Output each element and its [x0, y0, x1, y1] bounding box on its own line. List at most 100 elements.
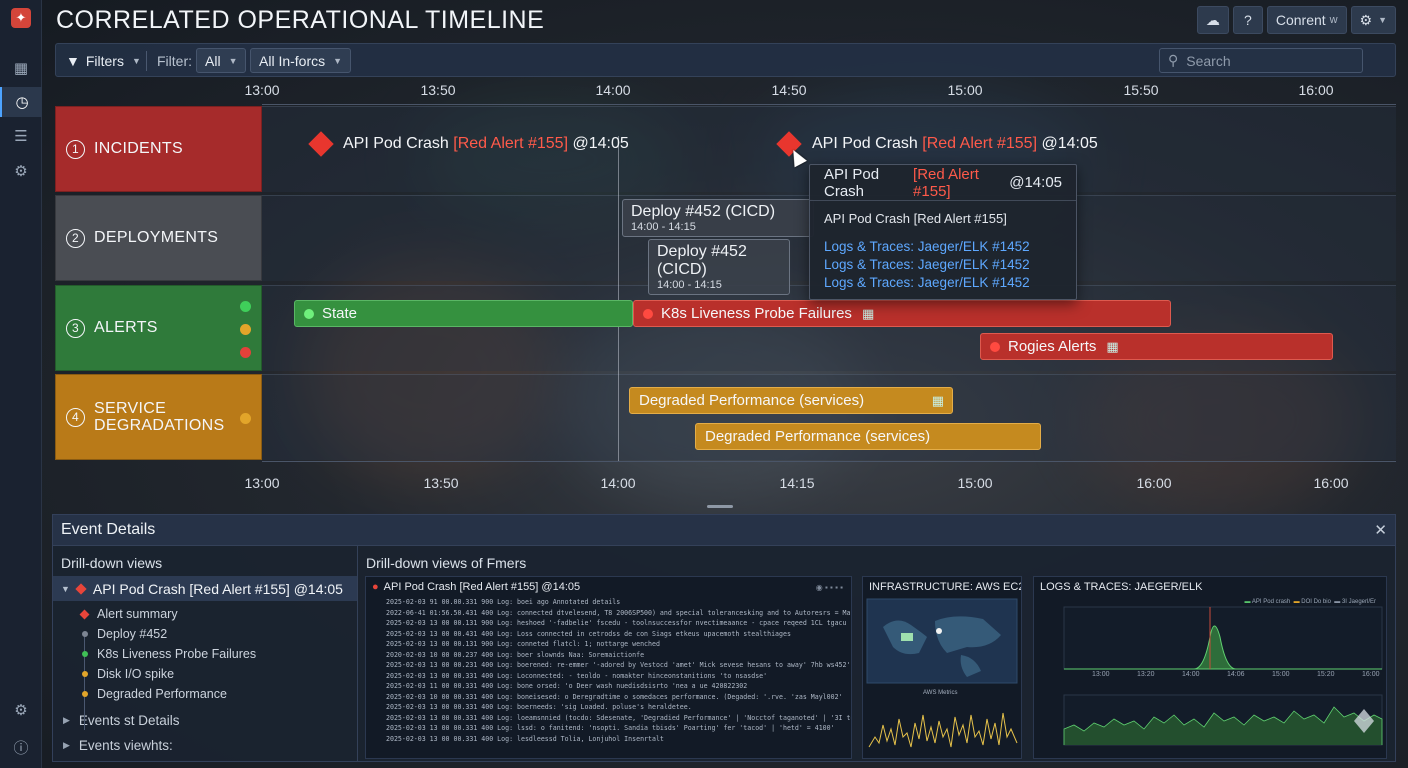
resize-handle[interactable] — [707, 505, 733, 508]
axis-tick-bottom: 16:00 — [1136, 475, 1172, 491]
log-line: 2025-02-03 13 00 00.331 400 Log: lssd: o… — [386, 724, 835, 732]
filters-dropdown[interactable]: ▼ Filters ▼ — [66, 48, 141, 73]
axis-tick-top: 15:50 — [1123, 82, 1159, 98]
popup-title: API Pod Crash [Red Alert #155] @14:05 — [810, 165, 1076, 201]
log-line: 2025-02-03 13 00 00.131 900 Log: connete… — [386, 640, 660, 648]
chevron-down-icon: ▼ — [1378, 15, 1387, 25]
gear-icon: ⚙ — [1359, 11, 1373, 28]
card-toolbar-icons: ◉ ▪ ▪ ▪ ▪ — [815, 582, 843, 592]
scope-select[interactable]: All In-forcs ▼ — [250, 48, 352, 73]
incident-diamond-icon — [75, 582, 87, 595]
tree-child-item[interactable]: Degraded Performance — [53, 684, 357, 704]
degradation-bar[interactable]: Degraded Performance (services) ▦ — [629, 387, 953, 414]
chevron-right-icon: ▶ — [63, 715, 70, 725]
toolbar-divider — [146, 51, 147, 71]
incident-label[interactable]: API Pod Crash [Red Alert #155] @14:05 — [343, 135, 629, 153]
dashboard-icon[interactable]: ▦ — [0, 53, 42, 83]
help-icon: ? — [1243, 12, 1252, 28]
network-icon: ▦ — [1106, 338, 1119, 354]
popup-subtitle: API Pod Crash [Red Alert #155] — [824, 211, 1007, 226]
traces-card[interactable]: LOGS & TRACES: JAEGER/ELK ▬ API Pod cras… — [1033, 576, 1387, 759]
alert-bar[interactable]: Rogies Alerts ▦ — [980, 333, 1333, 360]
alert-bar[interactable]: K8s Liveness Probe Failures ▦ — [633, 300, 1171, 327]
lane-label-incidents[interactable]: 1 INCIDENTS — [55, 106, 262, 192]
status-dot-red — [643, 308, 653, 319]
trace-axis-tick: 16:00 — [1362, 671, 1380, 678]
axis-tick-top: 14:00 — [595, 82, 631, 98]
infrastructure-card[interactable]: INFRASTRUCTURE: AWS EC2 ... AWS Metrics — [862, 576, 1022, 759]
list-icon[interactable]: ☰ — [0, 121, 42, 151]
axis-tick-bottom: 13:00 — [244, 475, 280, 491]
log-card-title: ● API Pod Crash [Red Alert #155] @14:05 … — [372, 581, 843, 593]
deployment-event[interactable]: Deploy #452 (CICD) 14:00 - 14:15 — [648, 239, 790, 295]
axis-tick-top: 13:50 — [420, 82, 456, 98]
status-dot-red — [990, 341, 1000, 352]
settings-menu[interactable]: ⚙ ▼ — [1350, 6, 1396, 34]
search-input[interactable] — [1186, 52, 1347, 69]
axis-tick-bottom: 13:50 — [423, 475, 459, 491]
log-line: 2025-02-03 13 00 00.331 400 Log: boernee… — [386, 703, 692, 711]
infra-map: AWS Metrics — [866, 598, 1018, 748]
axis-tick-top: 14:50 — [771, 82, 807, 98]
infra-spark — [868, 712, 1018, 748]
log-line: 2025-02-03 13 00 00.131 900 Log: heshoed… — [386, 619, 852, 627]
status-dot-amber — [240, 412, 251, 424]
gear-icon[interactable]: ⚙ — [0, 156, 42, 186]
log-view-card[interactable]: ● API Pod Crash [Red Alert #155] @14:05 … — [365, 576, 852, 759]
tree-child-item[interactable]: Deploy #452 — [53, 624, 357, 644]
help-button[interactable]: ? — [1232, 6, 1263, 34]
deployment-event[interactable]: Deploy #452 (CICD) 14:00 - 14:15 — [622, 199, 814, 237]
incident-label[interactable]: API Pod Crash [Red Alert #155] @14:05 — [812, 135, 1098, 153]
lane-label-deployments[interactable]: 2 DEPLOYMENTS — [55, 195, 262, 281]
axis-tick-top: 15:00 — [947, 82, 983, 98]
event-details-panel: Event Details ✕ Drill-down views ▼ API P… — [52, 514, 1396, 762]
drilldown-tree: Drill-down views ▼ API Pod Crash [Red Al… — [53, 546, 358, 762]
search-icon: ⚲ — [1168, 52, 1179, 68]
tree-group[interactable]: ▶ Events st Details — [53, 708, 357, 733]
log-line: 2025-02-03 11 00 00.331 400 Log: bone or… — [386, 682, 748, 690]
drilldown-views: Drill-down views of Fmers ● API Pod Cras… — [359, 546, 1395, 762]
log-line: 2025-02-03 13 00 00.331 400 Log: loeamsn… — [386, 713, 851, 722]
map-node — [936, 628, 942, 634]
log-line: 2025-02-03 91 00.00.331 900 Log: boei ag… — [386, 598, 621, 606]
tree-child-item[interactable]: K8s Liveness Probe Failures — [53, 644, 357, 664]
network-icon: ▦ — [931, 392, 944, 408]
tree-child-item[interactable]: Disk I/O spike — [53, 664, 357, 684]
help-icon[interactable]: ⓘ — [0, 732, 42, 762]
popup-link[interactable]: Logs & Traces: Jaeger/ELK #1452 — [810, 274, 1076, 292]
status-dot-icon — [82, 691, 88, 697]
tree-item-selected[interactable]: ▼ API Pod Crash [Red Alert #155] @14:05 — [53, 576, 357, 601]
infra-sub: AWS Metrics — [923, 690, 957, 696]
content-menu[interactable]: Conrent w — [1266, 6, 1347, 34]
views-header: Drill-down views of Fmers — [366, 555, 527, 571]
cloud-upload-button[interactable]: ☁ — [1196, 6, 1229, 34]
logo-icon[interactable]: ✦ — [11, 8, 31, 28]
lane-label-alerts[interactable]: 3 ALERTS — [55, 285, 262, 371]
tree-child-item[interactable]: Alert summary — [53, 604, 357, 624]
clock-icon[interactable]: ◷ — [0, 87, 42, 117]
log-line: 2022-06-41 01:56.50.431 400 Log: connect… — [386, 608, 851, 617]
trace-axis-tick: 13:20 — [1137, 671, 1155, 678]
popup-link[interactable]: Logs & Traces: Jaeger/ELK #1452 — [810, 238, 1076, 256]
trace-axis-tick: 14:00 — [1182, 671, 1200, 678]
status-dot-amber — [240, 323, 251, 335]
incident-popup: API Pod Crash [Red Alert #155] @14:05 AP… — [809, 164, 1077, 300]
filter-select[interactable]: All ▼ — [196, 48, 247, 73]
incident-dot-icon: ● — [372, 581, 379, 593]
axis-tick-top: 13:00 — [244, 82, 280, 98]
time-cursor-line — [618, 136, 619, 461]
tree-child-label: Deploy #452 — [97, 627, 168, 641]
close-icon[interactable]: ✕ — [1374, 521, 1387, 539]
tree-group[interactable]: ▶ Events viewhts: — [53, 733, 357, 758]
gear-icon[interactable]: ⚙ — [0, 695, 42, 725]
lane-label-degradations[interactable]: 4 SERVICE DEGRADATIONS — [55, 374, 262, 460]
popup-link[interactable]: Logs & Traces: Jaeger/ELK #1452 — [810, 256, 1076, 274]
details-title: Event Details — [53, 515, 1395, 546]
left-rail: ✦ ▦ ◷ ☰ ⚙ ⚙ ⓘ — [0, 0, 42, 768]
diamond-icon — [79, 609, 90, 619]
log-line: 2025-02-03 13 00 00.331 400 Log: lesdlee… — [386, 734, 664, 743]
alert-bar[interactable]: State — [294, 300, 633, 327]
tree-child-label: K8s Liveness Probe Failures — [97, 647, 257, 661]
degradation-bar[interactable]: Degraded Performance (services) — [695, 423, 1041, 450]
page-title: CORRELATED OPERATIONAL TIMELINE — [56, 6, 545, 34]
